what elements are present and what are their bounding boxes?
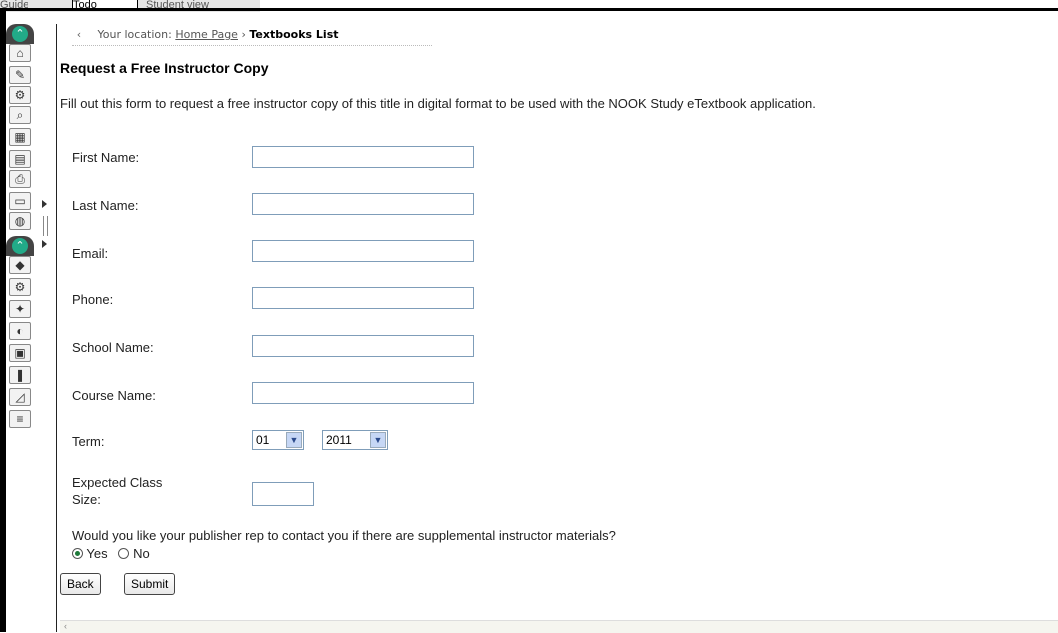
search-icon[interactable]: ⌕ — [9, 106, 31, 124]
content-divider — [56, 24, 57, 632]
expand-arrow-icon[interactable] — [42, 240, 47, 248]
expand-arrow-icon[interactable] — [42, 200, 47, 208]
books-icon[interactable]: ❚ — [9, 366, 31, 384]
email-label: Email: — [72, 246, 109, 261]
tools-icon[interactable]: ⚙ — [9, 86, 31, 104]
puzzle-icon[interactable]: ✦ — [9, 300, 31, 318]
back-arrow-icon[interactable]: ‹ — [72, 28, 86, 41]
school-name-field[interactable] — [252, 335, 474, 357]
school-name-label: School Name: — [72, 340, 154, 355]
horizontal-scrollbar[interactable]: ‹ — [60, 620, 1058, 633]
breadcrumb-home-link[interactable]: Home Page — [175, 28, 238, 41]
collapse-group-2-button[interactable]: ⌃ — [6, 236, 34, 256]
map-icon[interactable]: ▣ — [9, 344, 31, 362]
chart-icon[interactable]: ◿ — [9, 388, 31, 406]
course-name-label: Course Name: — [72, 388, 156, 403]
email-field[interactable] — [252, 240, 474, 262]
no-radio[interactable] — [118, 548, 130, 559]
collapse-icon: ⌃ — [12, 238, 28, 254]
collapse-group-1-button[interactable]: ⌃ — [6, 24, 34, 44]
last-name-field[interactable] — [252, 193, 474, 215]
collapse-icon: ⌃ — [12, 26, 28, 42]
term-month-select[interactable]: 01 ▼ — [252, 430, 304, 450]
grid-icon[interactable]: ▦ — [9, 128, 31, 146]
breadcrumb: ‹ Your location: Home Page › Textbooks L… — [72, 28, 432, 46]
chevron-down-icon[interactable]: ▼ — [286, 432, 302, 448]
publish-icon[interactable]: ⎙ — [9, 170, 31, 188]
edit-icon[interactable]: ✎ — [9, 66, 31, 84]
term-month-value: 01 — [256, 433, 270, 447]
stack-icon[interactable]: ≡ — [9, 410, 31, 428]
globe-icon[interactable]: ◍ — [9, 212, 31, 230]
contact-question: Would you like your publisher rep to con… — [72, 528, 616, 543]
paint-icon[interactable]: ◐ — [9, 322, 31, 340]
home-icon[interactable]: ⌂ — [9, 44, 31, 62]
tools-icon[interactable]: ⚙ — [9, 278, 31, 296]
term-year-select[interactable]: 2011 ▼ — [322, 430, 388, 450]
phone-field[interactable] — [252, 287, 474, 309]
page-title: Request a Free Instructor Copy — [60, 60, 269, 76]
course-name-field[interactable] — [252, 382, 474, 404]
first-name-field[interactable] — [252, 146, 474, 168]
class-size-row: Expected Class Size: — [72, 474, 162, 508]
scroll-left-icon[interactable]: ‹ — [64, 621, 67, 631]
breadcrumb-current: Textbooks List — [249, 28, 339, 41]
yes-radio[interactable] — [72, 548, 83, 559]
class-size-field[interactable] — [252, 482, 314, 506]
breadcrumb-prefix: Your location: — [97, 28, 172, 41]
first-name-label: First Name: — [72, 150, 140, 165]
page-description: Fill out this form to request a free ins… — [60, 96, 816, 111]
last-name-label: Last Name: — [72, 198, 139, 213]
class-size-label-line-2: Size: — [72, 492, 101, 507]
class-size-label-line-1: Expected Class — [72, 475, 163, 490]
splitter-grip[interactable] — [43, 216, 48, 236]
folder-icon[interactable]: ▭ — [9, 192, 31, 210]
phone-label: Phone: — [72, 292, 114, 307]
submit-button[interactable]: Submit — [124, 573, 176, 595]
term-label: Term: — [72, 434, 105, 449]
back-button[interactable]: Back — [60, 573, 101, 595]
contact-radio-group: Yes No — [72, 546, 150, 561]
term-year-value: 2011 — [326, 433, 352, 447]
breadcrumb-separator: › — [241, 28, 246, 41]
frame-border-top — [6, 8, 1058, 11]
panel-splitter[interactable] — [40, 200, 50, 270]
document-icon[interactable]: ▤ — [9, 150, 31, 168]
no-radio-label[interactable]: No — [133, 546, 150, 561]
chevron-down-icon[interactable]: ▼ — [370, 432, 386, 448]
left-toolbar: ⌃ ⌂ ✎ ⚙ ⌕ ▦ ▤ ⎙ ▭ ◍ ⌃ ◆ ⚙ ✦ ◐ ▣ ❚ ◿ ≡ — [6, 24, 34, 632]
yes-radio-label[interactable]: Yes — [86, 546, 107, 561]
main-content: ‹ Your location: Home Page › Textbooks L… — [60, 24, 1058, 633]
window-tab-strip: Guide Todo Student view — [0, 0, 1058, 14]
cube-icon[interactable]: ◆ — [9, 256, 31, 274]
